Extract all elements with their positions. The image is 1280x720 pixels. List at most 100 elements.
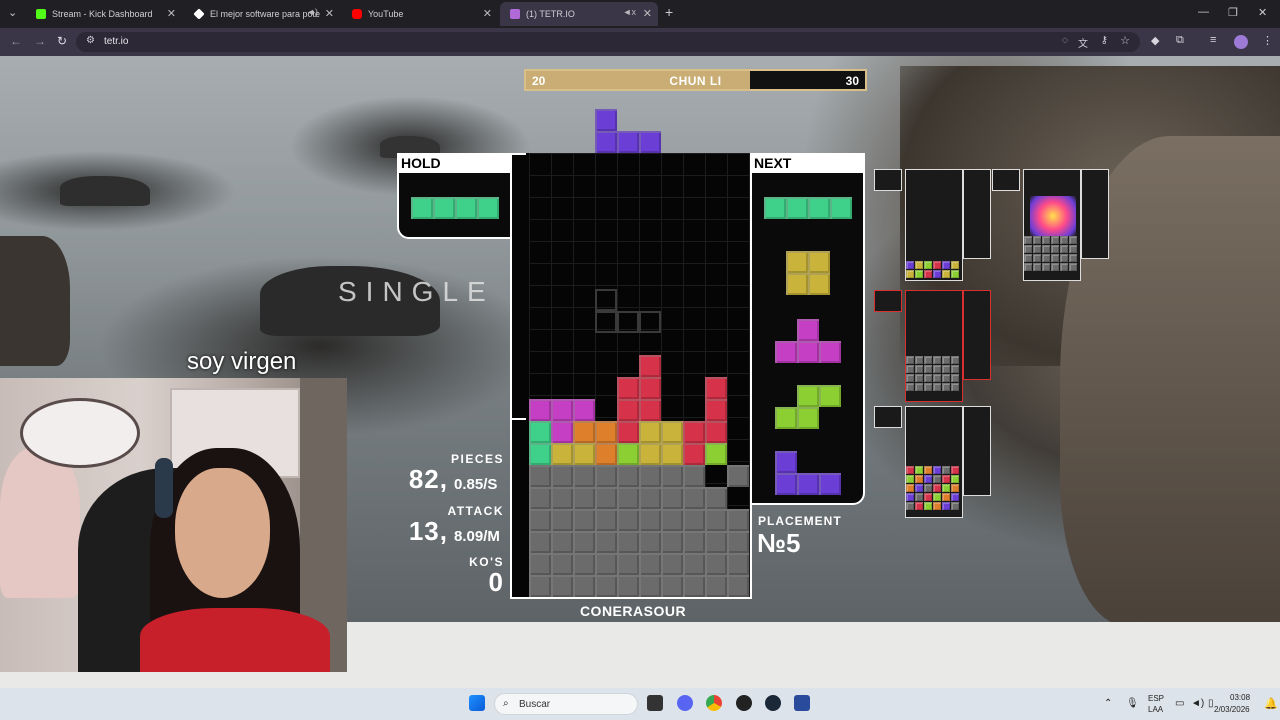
- discord-icon[interactable]: [677, 695, 693, 711]
- language-bottom[interactable]: LAA: [1148, 705, 1163, 714]
- tetrio-icon: [510, 9, 520, 19]
- bookmark-star-icon[interactable]: ☆: [1120, 34, 1130, 47]
- mini-block: [933, 270, 941, 278]
- tab-software[interactable]: El mejor software para pote ◄) ✕: [184, 2, 340, 26]
- close-icon[interactable]: ✕: [167, 7, 176, 20]
- mini-block: [915, 493, 923, 501]
- garbage-block: [529, 553, 551, 575]
- clock-time[interactable]: 03:08: [1230, 693, 1250, 702]
- mini-block: [951, 270, 959, 278]
- notification-icon[interactable]: 🔔: [1264, 697, 1278, 710]
- board-block: [661, 443, 683, 465]
- taskbar-search[interactable]: ⌕ Buscar: [494, 693, 638, 715]
- garbage-block: [705, 553, 727, 575]
- media-icon[interactable]: ≡: [1210, 34, 1216, 46]
- volume-icon[interactable]: ◄): [1191, 698, 1204, 709]
- close-window-icon[interactable]: ✕: [1258, 6, 1267, 19]
- task-view-icon[interactable]: [647, 695, 663, 711]
- mini-block: [951, 383, 959, 391]
- placement-label: PLACEMENT: [758, 514, 842, 528]
- minimize-icon[interactable]: —: [1198, 6, 1209, 18]
- background-rock: [60, 176, 150, 206]
- reload-icon[interactable]: ↻: [57, 34, 67, 48]
- extensions-icon[interactable]: ⧉: [1176, 34, 1184, 47]
- app-icon[interactable]: [794, 695, 810, 711]
- garbage-block: [573, 553, 595, 575]
- mini-block: [1024, 236, 1032, 244]
- new-tab-icon[interactable]: +: [665, 4, 673, 20]
- opponent-mini-next: [963, 169, 991, 259]
- steam-icon[interactable]: [765, 695, 781, 711]
- attack-label: ATTACK: [447, 504, 504, 518]
- mini-block: [951, 484, 959, 492]
- back-icon[interactable]: ←: [10, 34, 22, 48]
- mini-block: [942, 374, 950, 382]
- board-block: [639, 421, 661, 443]
- garbage-block: [617, 487, 639, 509]
- mini-block: [951, 365, 959, 373]
- garbage-block: [595, 553, 617, 575]
- garbage-block: [573, 509, 595, 531]
- mini-block: [906, 466, 914, 474]
- chrome-icon[interactable]: [706, 695, 722, 711]
- mini-block: [1060, 236, 1068, 244]
- mini-block: [924, 374, 932, 382]
- board-block: [617, 399, 639, 421]
- menu-icon[interactable]: ⋮: [1262, 34, 1273, 47]
- speaker-icon[interactable]: ◄): [306, 7, 318, 17]
- translate-icon[interactable]: 文: [1078, 35, 1088, 50]
- forward-icon[interactable]: →: [34, 34, 46, 48]
- garbage-block: [683, 487, 705, 509]
- site-info-icon[interactable]: ⚙: [86, 35, 95, 46]
- garbage-block: [551, 575, 573, 597]
- garbage-block: [617, 531, 639, 553]
- next-block: [775, 451, 797, 473]
- mini-block: [924, 356, 932, 364]
- tab-youtube[interactable]: YouTube ✕: [342, 2, 498, 26]
- tray-chevron-icon[interactable]: ⌃: [1104, 698, 1112, 709]
- tab-kick-dashboard[interactable]: Stream - Kick Dashboard ✕: [26, 2, 182, 26]
- mini-block: [906, 493, 914, 501]
- close-icon[interactable]: ✕: [643, 7, 652, 20]
- url-field[interactable]: ⚙ tetr.io ◌ 文 ⚷ ☆: [76, 32, 1140, 52]
- close-icon[interactable]: ✕: [325, 7, 334, 20]
- clock-date[interactable]: 2/03/2026: [1214, 705, 1250, 714]
- mini-block: [933, 475, 941, 483]
- garbage-block: [617, 553, 639, 575]
- next-block: [797, 385, 819, 407]
- network-icon[interactable]: ▭: [1175, 698, 1184, 709]
- next-block: [808, 273, 830, 295]
- tab-search-icon[interactable]: ⌄: [8, 6, 17, 19]
- mini-block: [906, 475, 914, 483]
- restore-icon[interactable]: ❐: [1228, 6, 1238, 19]
- mini-block: [933, 502, 941, 510]
- windows-start-icon[interactable]: [469, 695, 485, 711]
- eye-off-icon[interactable]: ◌: [1062, 35, 1068, 46]
- next-block: [786, 197, 808, 219]
- tab-tetrio[interactable]: (1) TETR.IO ◄x ✕: [500, 2, 658, 26]
- search-icon: ⌕: [503, 698, 509, 709]
- board-block: [639, 443, 661, 465]
- garbage-block: [551, 509, 573, 531]
- hold-block: [433, 197, 455, 219]
- obs-icon[interactable]: [736, 695, 752, 711]
- mini-block: [1060, 245, 1068, 253]
- key-icon[interactable]: ⚷: [1101, 35, 1108, 46]
- garbage-block: [529, 487, 551, 509]
- close-icon[interactable]: ✕: [483, 7, 492, 20]
- extension-diamond-icon[interactable]: ◆: [1151, 34, 1159, 47]
- language-top[interactable]: ESP: [1148, 694, 1164, 703]
- microphone-icon[interactable]: 🎙: [1126, 698, 1139, 709]
- mini-block: [924, 261, 932, 269]
- next-block: [797, 407, 819, 429]
- attack-count: 13,: [408, 516, 448, 546]
- profile-avatar[interactable]: [1234, 35, 1248, 49]
- mini-block: [1042, 263, 1050, 271]
- mute-icon[interactable]: ◄x: [623, 7, 636, 17]
- garbage-block: [727, 531, 749, 553]
- ghost-block: [595, 311, 617, 333]
- board-block: [639, 377, 661, 399]
- battery-icon[interactable]: ▯: [1208, 698, 1214, 709]
- mini-block: [942, 484, 950, 492]
- grid-line: [529, 219, 749, 220]
